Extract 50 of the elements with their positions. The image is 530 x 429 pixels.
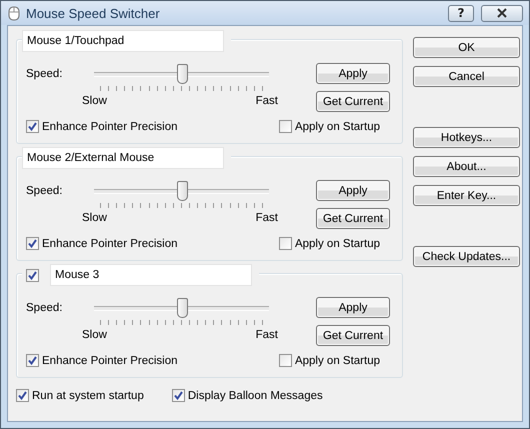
startup-checkbox[interactable]: Apply on Startup [278,237,380,250]
checkmark-icon [172,390,184,401]
close-button[interactable] [481,4,523,22]
get-current-button[interactable]: Get Current [316,325,390,346]
enhance-checkbox[interactable]: Enhance Pointer Precision [26,120,178,133]
speed-slider[interactable] [94,297,269,319]
mouse-icon [7,5,21,21]
dialog-button[interactable]: Check Updates... [413,246,520,267]
window-title: Mouse Speed Switcher [26,6,161,20]
name-field[interactable]: Mouse 2/External Mouse [22,147,224,169]
apply-button[interactable]: Apply [316,297,390,318]
name-field[interactable]: Mouse 3 [50,264,252,286]
option-checkbox[interactable]: Display Balloon Messages [172,389,323,402]
dialog-button[interactable]: About... [413,156,520,177]
name-field[interactable]: Mouse 1/Touchpad [22,30,224,52]
slider-thumb[interactable] [176,181,188,201]
checkmark-icon [27,270,38,280]
dialog-button[interactable]: Enter Key... [413,185,520,206]
option-checkbox[interactable]: Run at system startup [16,389,144,402]
slider-thumb[interactable] [176,298,188,318]
checkmark-icon [27,121,38,132]
speed-slider[interactable] [94,63,269,85]
slow-label: Slow [82,329,107,341]
speed-label: Speed: [26,185,64,197]
get-current-button[interactable]: Get Current [316,208,390,229]
dialog-button[interactable]: Cancel [413,66,520,87]
fast-label: Fast [256,212,278,224]
apply-button[interactable]: Apply [316,63,390,84]
enhance-checkbox[interactable]: Enhance Pointer Precision [26,237,178,250]
dialog-button[interactable]: OK [413,37,520,58]
speed-label: Speed: [26,68,64,80]
checkmark-icon [27,238,38,249]
checkmark-icon [27,355,38,366]
slow-label: Slow [82,212,107,224]
apply-button[interactable]: Apply [316,180,390,201]
checkmark-icon [17,390,28,401]
startup-checkbox[interactable]: Apply on Startup [278,354,380,367]
fast-label: Fast [256,329,278,341]
help-button[interactable]: ? [448,4,474,22]
dialog-button[interactable]: Hotkeys... [413,127,520,148]
fast-label: Fast [256,95,278,107]
enhance-checkbox[interactable]: Enhance Pointer Precision [26,354,178,367]
slider-thumb[interactable] [176,64,188,84]
speed-label: Speed: [26,302,64,314]
checkbox[interactable] [26,268,39,282]
speed-slider[interactable] [94,180,269,202]
get-current-button[interactable]: Get Current [316,91,390,112]
startup-checkbox[interactable]: Apply on Startup [278,120,380,133]
close-icon [496,8,508,18]
slow-label: Slow [82,95,107,107]
